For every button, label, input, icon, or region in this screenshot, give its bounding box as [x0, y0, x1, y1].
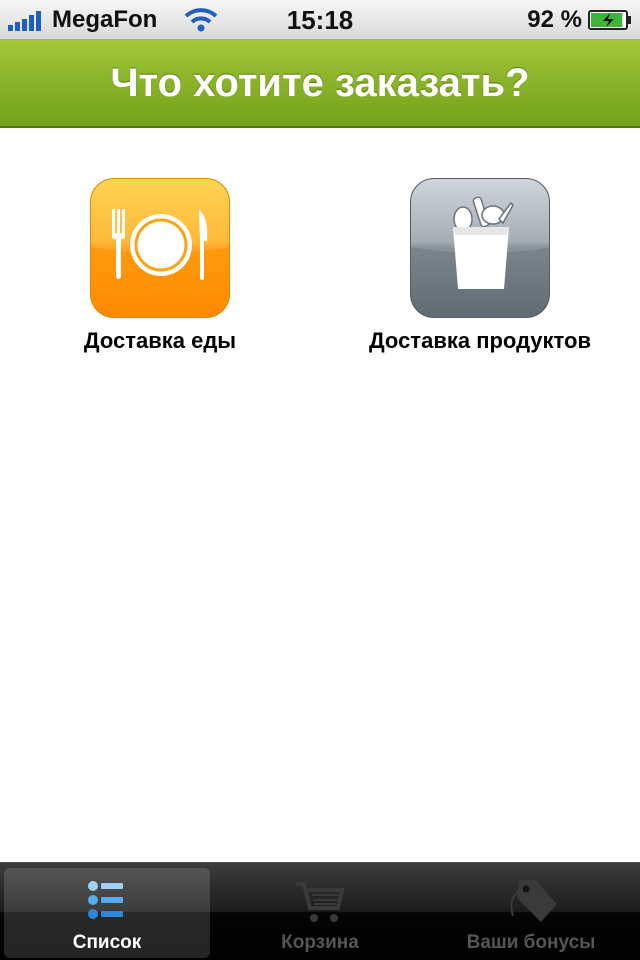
food-delivery-button[interactable]: [90, 178, 230, 318]
grocery-delivery-button[interactable]: [410, 178, 550, 318]
tab-list-label: Список: [72, 932, 142, 953]
tab-bonuses[interactable]: Ваши бонусы: [428, 868, 634, 958]
food-delivery-label: Доставка еды: [83, 328, 237, 353]
cart-icon: [296, 882, 345, 922]
grocery-delivery-label: Доставка продуктов: [368, 328, 592, 353]
plate-cutlery-icon: [91, 179, 229, 280]
signal-strength-icon: [8, 11, 41, 31]
tag-icon: [510, 880, 557, 922]
carrier-name: MegaFon: [52, 6, 158, 33]
tab-cart[interactable]: Корзина: [217, 868, 423, 958]
battery-percentage: 92 %: [527, 6, 582, 33]
status-bar: MegaFon 15:18 92 %: [0, 0, 640, 40]
page-title: Что хотите заказать?: [110, 60, 530, 105]
grocery-delivery-tile[interactable]: Доставка продуктов: [330, 178, 630, 354]
grocery-bag-icon: [411, 179, 549, 289]
tab-list[interactable]: Список: [4, 868, 210, 958]
category-grid: Доставка еды Доставка продуктов: [0, 128, 640, 862]
food-delivery-tile[interactable]: Доставка еды: [10, 178, 310, 354]
tab-bonuses-label: Ваши бонусы: [466, 932, 596, 953]
battery-charging-icon: [588, 10, 631, 30]
wifi-icon: [184, 8, 218, 32]
header-bar: Что хотите заказать?: [0, 40, 640, 128]
list-icon: [88, 881, 123, 919]
tab-bar: Список Корзина Ваши бонусы: [0, 862, 640, 960]
tab-cart-label: Корзина: [281, 932, 359, 953]
